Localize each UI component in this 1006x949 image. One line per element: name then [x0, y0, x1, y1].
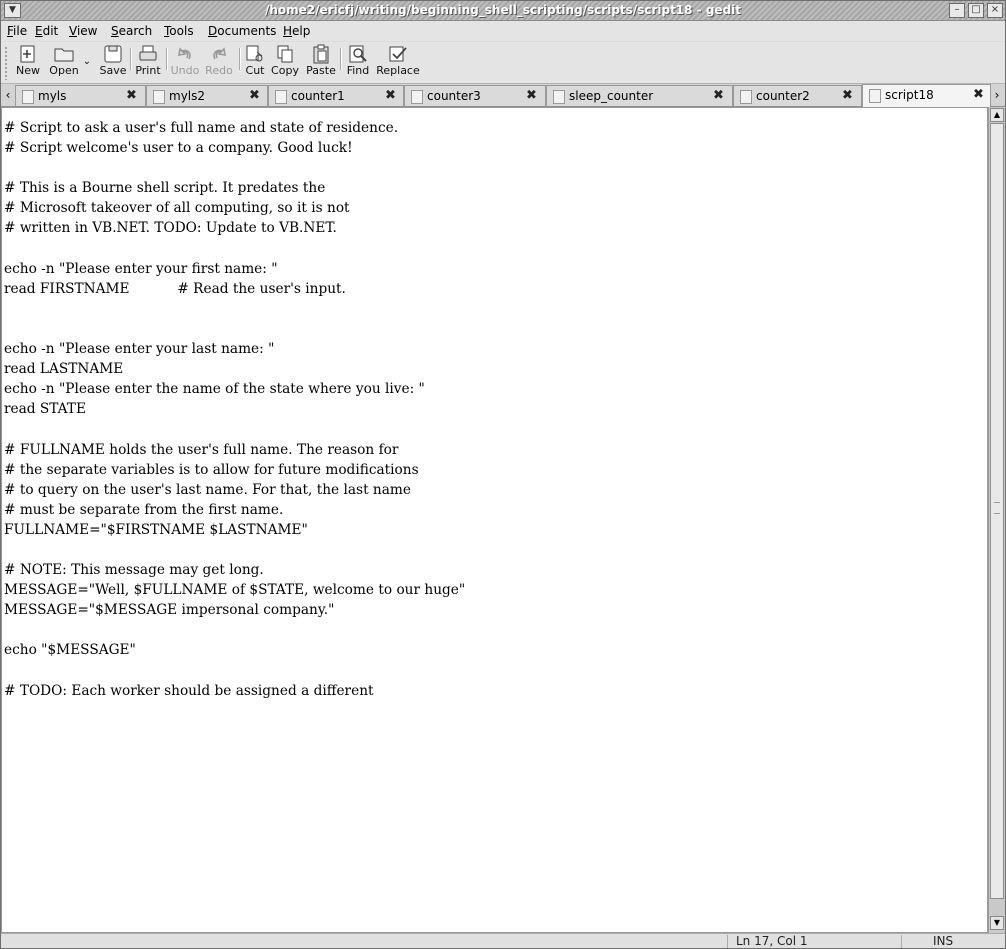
paste-label: Paste — [306, 64, 336, 77]
scroll-tabs-right-button[interactable]: › — [991, 86, 1003, 104]
chevron-down-icon: ⌄ — [82, 56, 92, 67]
replace-check-icon — [389, 46, 407, 62]
menu-documents[interactable]: Documents — [208, 24, 276, 38]
tab-label: myls2 — [169, 89, 206, 103]
gedit-window: ▼ /home2/ericfj/writing/beginning_shell_… — [0, 0, 1006, 949]
toolbar-separator — [340, 48, 341, 70]
document-icon — [275, 90, 287, 104]
status-divider — [727, 935, 728, 948]
close-tab-icon[interactable]: ✖ — [526, 86, 537, 106]
replace-label: Replace — [376, 64, 420, 77]
undo-label: Undo — [170, 64, 200, 77]
document-icon — [153, 90, 165, 104]
clipboard-paste-icon — [313, 44, 329, 64]
window-controls: – □ × — [949, 3, 1003, 18]
paste-button[interactable]: Paste — [303, 44, 339, 77]
menu-edit[interactable]: Edit — [35, 24, 58, 38]
find-button[interactable]: Find — [343, 44, 373, 77]
document-icon — [411, 90, 423, 104]
print-button[interactable]: Print — [133, 44, 163, 77]
tab-label: sleep_counter — [569, 89, 654, 103]
scroll-up-arrow-icon[interactable]: ▲ — [990, 108, 1004, 122]
scroll-tabs-left-button[interactable]: ‹ — [2, 86, 14, 104]
redo-button[interactable]: Redo — [202, 44, 236, 77]
undo-button[interactable]: Undo — [168, 44, 202, 77]
tab-counter1[interactable]: counter1 ✖ — [268, 85, 404, 106]
script-text[interactable]: # Script to ask a user's full name and s… — [4, 118, 465, 701]
tab-myls[interactable]: myls ✖ — [15, 85, 146, 106]
save-button[interactable]: Save — [98, 44, 128, 77]
scrollbar-grip — [994, 502, 1000, 514]
save-disk-icon — [104, 45, 122, 63]
document-tab-bar: ‹ myls ✖ myls2 ✖ counter1 ✖ counter3 ✖ s… — [1, 84, 1005, 107]
copy-button[interactable]: Copy — [269, 44, 301, 77]
close-tab-icon[interactable]: ✖ — [249, 86, 260, 106]
insert-mode-indicator: INS — [933, 934, 954, 948]
document-icon — [22, 90, 34, 104]
print-label: Print — [135, 64, 161, 77]
menu-view[interactable]: View — [69, 24, 97, 38]
tab-label: counter2 — [756, 89, 810, 103]
scroll-down-arrow-icon[interactable]: ▼ — [990, 916, 1004, 930]
copy-icon — [277, 45, 293, 63]
toolbar-separator — [239, 48, 240, 70]
status-bar: Ln 17, Col 1 INS — [1, 933, 1005, 948]
toolbar-separator — [166, 48, 167, 70]
new-button[interactable]: New — [13, 44, 43, 77]
copy-label: Copy — [271, 64, 299, 77]
menu-file[interactable]: File — [7, 24, 27, 38]
close-tab-icon[interactable]: ✖ — [713, 86, 724, 106]
close-tab-icon[interactable]: ✖ — [842, 86, 853, 106]
scrollbar-thumb[interactable] — [990, 123, 1004, 899]
toolbar-separator — [130, 48, 131, 70]
redo-label: Redo — [205, 64, 233, 77]
cursor-position: Ln 17, Col 1 — [736, 934, 808, 948]
title-bar[interactable]: ▼ /home2/ericfj/writing/beginning_shell_… — [1, 1, 1005, 21]
tab-label: myls — [38, 89, 67, 103]
close-tab-icon[interactable]: ✖ — [126, 86, 137, 106]
maximize-button[interactable]: □ — [968, 3, 984, 18]
new-label: New — [16, 64, 40, 77]
replace-button[interactable]: Replace — [373, 44, 423, 77]
open-recent-dropdown[interactable]: ⌄ — [81, 56, 93, 67]
scissors-icon — [246, 45, 263, 62]
open-button[interactable]: Open — [47, 44, 81, 77]
undo-arrow-icon — [178, 47, 191, 60]
vertical-scrollbar[interactable]: ▲ ▼ — [988, 107, 1005, 933]
document-icon — [869, 89, 881, 103]
document-icon — [740, 90, 752, 104]
document-icon — [553, 90, 565, 104]
folder-icon — [54, 48, 74, 62]
close-tab-icon[interactable]: ✖ — [385, 86, 396, 106]
menu-search[interactable]: Search — [111, 24, 152, 38]
minimize-button[interactable]: – — [949, 3, 965, 18]
text-editor[interactable]: # Script to ask a user's full name and s… — [1, 107, 988, 933]
tab-script18[interactable]: script18 ✖ — [862, 84, 991, 107]
close-tab-icon[interactable]: ✖ — [973, 85, 984, 105]
window-title: /home2/ericfj/writing/beginning_shell_sc… — [264, 3, 742, 17]
tab-myls2[interactable]: myls2 ✖ — [146, 85, 268, 106]
menu-bar: File Edit View Search Tools Documents He… — [1, 21, 1005, 41]
new-document-icon — [20, 45, 35, 63]
menu-tools[interactable]: Tools — [164, 24, 194, 38]
menu-help[interactable]: Help — [283, 24, 310, 38]
find-label: Find — [346, 64, 370, 77]
status-divider — [901, 935, 902, 948]
open-label: Open — [49, 64, 79, 77]
redo-arrow-icon — [213, 47, 226, 60]
cut-label: Cut — [245, 64, 265, 77]
tab-sleep-counter[interactable]: sleep_counter ✖ — [546, 85, 733, 106]
toolbar-grip[interactable] — [4, 46, 8, 80]
close-window-button[interactable]: × — [987, 3, 1003, 18]
save-label: Save — [99, 64, 127, 77]
cut-button[interactable]: Cut — [242, 44, 268, 77]
tab-label: script18 — [885, 88, 934, 102]
tab-counter2[interactable]: counter2 ✖ — [733, 85, 862, 106]
tab-label: counter3 — [427, 89, 481, 103]
toolbar: New Open ⌄ Save Print Undo Redo Cut Copy… — [1, 42, 1005, 84]
tab-label: counter1 — [291, 89, 345, 103]
printer-icon — [139, 45, 157, 61]
find-magnifier-icon — [349, 45, 367, 63]
tab-counter3[interactable]: counter3 ✖ — [404, 85, 546, 106]
